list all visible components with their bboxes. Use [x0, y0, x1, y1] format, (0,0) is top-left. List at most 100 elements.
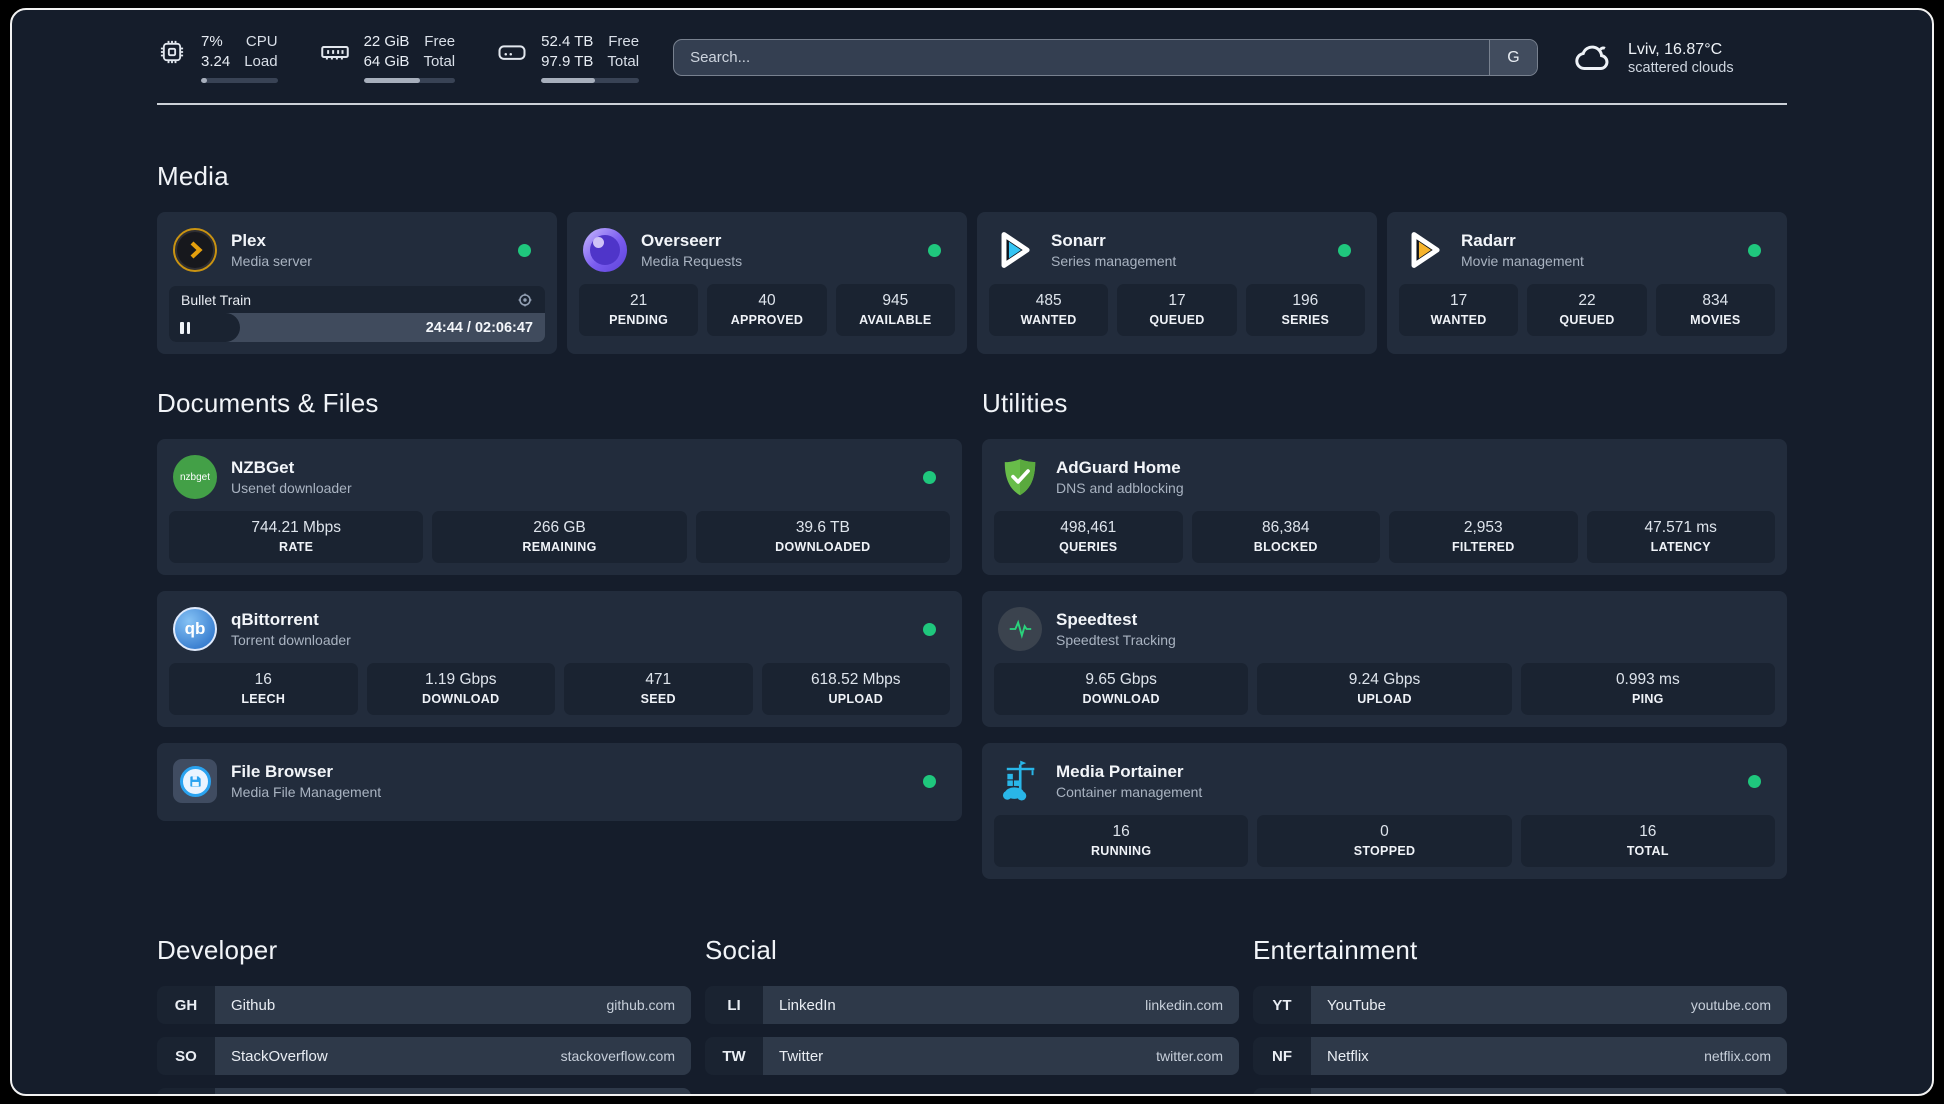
link-name: StackOverflow: [231, 1047, 328, 1065]
service-subtitle: Usenet downloader: [231, 480, 352, 496]
service-card-overseerr[interactable]: Overseerr Media Requests 21 PENDING 40 APP…: [567, 212, 967, 354]
link-linkedin[interactable]: LI LinkedIn linkedin.com: [705, 986, 1239, 1024]
link-abbr: NF: [1253, 1037, 1311, 1075]
weather-location-temp: Lviv, 16.87°C: [1628, 40, 1723, 58]
link-youtube[interactable]: YT YouTube youtube.com: [1253, 986, 1787, 1024]
playback-progress-bar[interactable]: 24:44 / 02:06:47: [169, 313, 545, 342]
stat-download: 9.65 Gbps DOWNLOAD: [994, 663, 1249, 715]
service-title: Media Portainer: [1056, 762, 1184, 781]
service-title: File Browser: [231, 762, 334, 781]
service-card-nzbget[interactable]: nzbget NZBGet Usenet downloader 744.21 M…: [157, 439, 962, 575]
session-gear-icon[interactable]: [517, 292, 533, 308]
search-input[interactable]: [674, 40, 1489, 75]
ram-value-2: 64 GiB: [363, 52, 410, 70]
search-provider-button[interactable]: G: [1489, 40, 1537, 75]
link-netflix[interactable]: NF Netflix netflix.com: [1253, 1037, 1787, 1075]
status-online-dot: [923, 622, 936, 636]
stat-queued: 17 QUEUED: [1117, 284, 1237, 336]
cpu-label-1: CPU: [245, 33, 278, 50]
plex-now-playing: Bullet Train 24:44 / 02:06:47: [169, 286, 545, 342]
section-title-documents: Documents & Files: [157, 388, 379, 418]
weather-condition: scattered clouds: [1628, 60, 1734, 77]
cpu-chip-icon: [157, 37, 187, 67]
stat-ping: 0.993 ms PING: [1520, 663, 1775, 715]
service-card-qbittorrent[interactable]: qb qBittorrent Torrent downloader 16 LEEC…: [157, 591, 962, 727]
service-title: AdGuard Home: [1056, 458, 1181, 477]
link-reddit[interactable]: RE Redditreddit.com: [1253, 1088, 1787, 1094]
stat-approved: 40 APPROVED: [707, 284, 827, 336]
filebrowser-icon: [173, 759, 217, 803]
stat-upload: 618.52 Mbps UPLOAD: [761, 663, 950, 715]
disk-label-1: Free: [608, 33, 640, 50]
header-divider: [157, 103, 1787, 105]
link-abbr: YT: [1253, 986, 1311, 1024]
stat-total: 16 TOTAL: [1520, 815, 1775, 867]
cpu-usage-bar: [201, 78, 278, 83]
link-name: Twitter: [779, 1047, 824, 1065]
stat-series: 196 SERIES: [1245, 284, 1365, 336]
cloud-icon: [1572, 37, 1614, 79]
link-abbr: RE: [1253, 1088, 1311, 1094]
disk-value-1: 52.4 TB: [541, 33, 594, 50]
media-cards: Plex Media server Bullet Train 24:44 / 0…: [157, 212, 1787, 354]
ram-icon: [320, 37, 350, 67]
portainer-icon: [998, 759, 1042, 803]
ram-label-1: Free: [424, 33, 456, 50]
stat-blocked: 86,384 BLOCKED: [1191, 511, 1380, 563]
radarr-icon: [1403, 228, 1447, 272]
stat-stopped: 0 STOPPED: [1257, 815, 1512, 867]
cpu-label-2: Load: [244, 52, 278, 70]
now-playing-title: Bullet Train: [181, 291, 252, 308]
stat-queued: 22 QUEUED: [1527, 284, 1647, 336]
service-card-speedtest[interactable]: Speedtest Speedtest Tracking 9.65 Gbps DO…: [982, 591, 1787, 727]
weather-widget: Lviv, 16.87°C scattered clouds: [1572, 37, 1787, 79]
link-name: Netflix: [1327, 1047, 1369, 1065]
disk-label-2: Total: [607, 52, 640, 70]
service-card-filebrowser[interactable]: File Browser Media File Management: [157, 743, 962, 821]
stat-movies: 834 MOVIES: [1655, 284, 1775, 336]
service-card-adguard[interactable]: AdGuard Home DNS and adblocking 498,461 Q…: [982, 439, 1787, 575]
disk-value-2: 97.9 TB: [541, 52, 594, 70]
section-title-entertainment: Entertainment: [1253, 935, 1418, 965]
status-online-dot: [518, 243, 531, 257]
stat-wanted: 17 WANTED: [1399, 284, 1519, 336]
section-title-media: Media: [157, 161, 229, 191]
metric-cpu: 7% 3.24 CPU Load: [157, 32, 278, 83]
service-card-portainer[interactable]: Media Portainer Container management 16 R…: [982, 743, 1787, 879]
disk-usage-bar: [541, 78, 640, 83]
link-dev[interactable]: DT DEVdev.to: [157, 1088, 691, 1094]
service-card-plex[interactable]: Plex Media server Bullet Train 24:44 / 0…: [157, 212, 557, 354]
metric-ram: 22 GiB 64 GiB Free Total: [320, 32, 456, 83]
link-abbr: SO: [157, 1037, 215, 1075]
link-twitter[interactable]: TW Twitter twitter.com: [705, 1037, 1239, 1075]
ram-value-1: 22 GiB: [363, 33, 410, 50]
service-card-sonarr[interactable]: Sonarr Series management 485 WANTED 17 QUE…: [977, 212, 1377, 354]
stat-upload: 9.24 Gbps UPLOAD: [1257, 663, 1512, 715]
service-title: Radarr: [1461, 231, 1516, 250]
link-stackoverflow[interactable]: SO StackOverflow stackoverflow.com: [157, 1037, 691, 1075]
service-title: Speedtest: [1056, 610, 1138, 629]
link-github[interactable]: GH Github github.com: [157, 986, 691, 1024]
link-url: twitter.com: [1156, 1048, 1223, 1064]
plex-icon: [173, 228, 217, 272]
link-abbr: GH: [157, 986, 215, 1024]
sonarr-icon: [993, 228, 1037, 272]
service-title: Sonarr: [1051, 231, 1106, 250]
qbittorrent-icon: qb: [173, 607, 217, 651]
service-card-radarr[interactable]: Radarr Movie management 17 WANTED 22 QUEUE…: [1387, 212, 1787, 354]
stat-running: 16 RUNNING: [994, 815, 1249, 867]
stat-queries: 498,461 QUERIES: [994, 511, 1183, 563]
nzbget-icon: nzbget: [173, 455, 217, 499]
link-abbr: DT: [157, 1088, 215, 1094]
service-title: Overseerr: [641, 231, 722, 250]
top-bar: 7% 3.24 CPU Load 22 GiB 64 GiB Free Total: [157, 32, 1787, 83]
system-metrics: 7% 3.24 CPU Load 22 GiB 64 GiB Free Total: [157, 32, 640, 83]
service-subtitle: Torrent downloader: [231, 632, 351, 648]
search-bar: G: [673, 39, 1538, 76]
ram-usage-bar: [363, 78, 456, 83]
status-online-dot: [928, 243, 941, 257]
stat-available: 945 AVAILABLE: [835, 284, 955, 336]
link-abbr: LI: [705, 986, 763, 1024]
link-name: Github: [231, 996, 276, 1014]
status-online-dot: [923, 774, 936, 788]
